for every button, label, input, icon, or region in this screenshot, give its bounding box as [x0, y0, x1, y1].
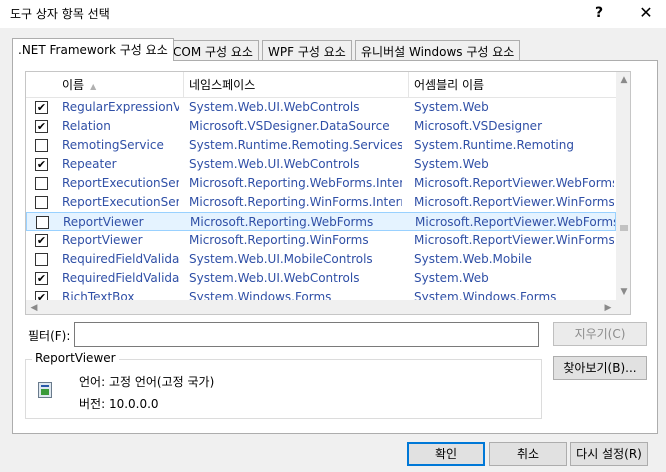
table-row[interactable]: ✔ Relation Microsoft.VSDesigner.DataSource…: [26, 117, 616, 136]
row-name: RequiredFieldValidato: [62, 271, 179, 285]
row-assembly: Microsoft.ReportViewer.WebForms: [414, 176, 614, 190]
row-checkbox[interactable]: [35, 139, 48, 152]
column-header-name[interactable]: 이름 ▲: [56, 72, 183, 98]
row-assembly: System.Web: [414, 100, 489, 114]
table-row[interactable]: ✔ RequiredFieldValidato System.Web.UI.WebC…: [26, 269, 616, 288]
row-name: RequiredFieldValidato: [62, 252, 179, 266]
row-namespace: System.Web.UI.WebControls: [189, 271, 360, 285]
horizontal-scrollbar[interactable]: ◀ ▶: [26, 300, 616, 314]
table-row[interactable]: ✔ RegularExpressionVali System.Web.UI.WebC…: [26, 98, 616, 117]
table-row[interactable]: ReportExecutionServic Microsoft.Reporting…: [26, 174, 616, 193]
row-name: RegularExpressionVali: [62, 100, 179, 114]
row-name: Repeater: [62, 157, 117, 171]
language-info: 언어: 고정 언어(고정 국가): [79, 375, 215, 389]
row-checkbox[interactable]: [35, 196, 48, 209]
row-checkbox[interactable]: ✔: [35, 120, 48, 133]
row-checkbox[interactable]: ✔: [35, 291, 48, 300]
row-checkbox[interactable]: ✔: [35, 158, 48, 171]
row-checkbox[interactable]: [35, 177, 48, 190]
version-info: 버전: 10.0.0.0: [79, 397, 159, 411]
table-row[interactable]: RemotingService System.Runtime.Remoting.S…: [26, 136, 616, 155]
table-row[interactable]: ReportExecutionServic Microsoft.Reporting…: [26, 193, 616, 212]
clear-button[interactable]: 지우기(C): [553, 322, 647, 346]
row-name: ReportExecutionServic: [62, 195, 179, 209]
row-checkbox[interactable]: [36, 216, 49, 229]
filter-label: 필터(F):: [28, 329, 71, 343]
ok-button[interactable]: 확인: [407, 442, 485, 466]
column-header-assembly[interactable]: 어셈블리 이름: [408, 72, 616, 98]
row-name: ReportViewer: [63, 215, 144, 229]
row-name: ReportViewer: [62, 233, 143, 247]
row-assembly: Microsoft.ReportViewer.WinForms: [414, 195, 614, 209]
row-assembly: System.Web.Mobile: [414, 252, 532, 266]
scroll-left-icon[interactable]: ◀: [26, 300, 42, 314]
scrollbar-corner: [616, 300, 630, 314]
component-list[interactable]: 이름▲ 네임스페이스 어셈블리 이름 ✔ RegularExpressionVal…: [25, 71, 631, 315]
row-name: ReportExecutionServic: [62, 176, 179, 190]
title-bar: 도구 상자 항목 선택 ? ✕: [0, 0, 666, 28]
row-namespace: System.Windows.Forms: [189, 290, 332, 300]
row-checkbox[interactable]: ✔: [35, 234, 48, 247]
row-assembly: Microsoft.ReportViewer.WinForms: [414, 233, 614, 247]
vertical-scroll-thumb[interactable]: [620, 225, 628, 231]
reset-button[interactable]: 다시 설정(R): [570, 442, 648, 466]
row-assembly: System.Web: [414, 157, 489, 171]
tab-com-components[interactable]: COM 구성 요소: [167, 40, 259, 60]
row-namespace: Microsoft.VSDesigner.DataSource: [189, 119, 390, 133]
browse-button[interactable]: 찾아보기(B)...: [553, 356, 647, 380]
help-button[interactable]: ?: [584, 2, 614, 24]
vertical-scrollbar[interactable]: ▲ ▼: [616, 72, 630, 300]
row-assembly: System.Web: [414, 271, 489, 285]
row-namespace: System.Web.UI.WebControls: [189, 100, 360, 114]
row-namespace: Microsoft.Reporting.WebForms.Internal.: [189, 176, 402, 190]
assembly-icon: [38, 382, 52, 398]
table-row[interactable]: ✔ Repeater System.Web.UI.WebControls System…: [26, 155, 616, 174]
column-header-namespace[interactable]: 네임스페이스: [183, 72, 408, 98]
list-rows: ✔ RegularExpressionVali System.Web.UI.WebC…: [26, 98, 616, 300]
window-title: 도구 상자 항목 선택: [10, 7, 110, 21]
row-name: RemotingService: [62, 138, 164, 152]
row-assembly: Microsoft.ReportViewer.WebForms: [415, 215, 615, 229]
tab-panel: 이름▲ 네임스페이스 어셈블리 이름 ✔ RegularExpressionVal…: [12, 60, 658, 434]
row-namespace: Microsoft.Reporting.WebForms: [190, 215, 374, 229]
table-row[interactable]: ✔ ReportViewer Microsoft.Reporting.WinForm…: [26, 231, 616, 250]
table-row[interactable]: ReportViewer Microsoft.Reporting.WebForms…: [26, 212, 616, 231]
scroll-down-icon[interactable]: ▼: [616, 284, 630, 300]
close-button[interactable]: ✕: [631, 2, 661, 24]
filter-input[interactable]: [74, 322, 539, 347]
tab-wpf-components[interactable]: WPF 구성 요소: [262, 40, 352, 60]
row-name: RichTextBox: [62, 290, 135, 300]
scroll-right-icon[interactable]: ▶: [600, 300, 616, 314]
scroll-up-icon[interactable]: ▲: [616, 72, 630, 88]
table-row[interactable]: ✔ RichTextBox System.Windows.Forms System.W…: [26, 288, 616, 300]
row-checkbox[interactable]: [35, 253, 48, 266]
row-assembly: System.Runtime.Remoting: [414, 138, 574, 152]
row-namespace: System.Runtime.Remoting.Services: [189, 138, 402, 152]
row-checkbox[interactable]: ✔: [35, 272, 48, 285]
table-row[interactable]: RequiredFieldValidato System.Web.UI.Mobil…: [26, 250, 616, 269]
row-checkbox[interactable]: ✔: [35, 101, 48, 114]
cancel-button[interactable]: 취소: [489, 442, 567, 466]
row-assembly: Microsoft.VSDesigner: [414, 119, 542, 133]
sort-ascending-icon: ▲: [90, 82, 97, 91]
list-header: 이름 ▲ 네임스페이스 어셈블리 이름: [26, 72, 616, 98]
row-namespace: Microsoft.Reporting.WinForms.Internal.S: [189, 195, 402, 209]
details-group-title: ReportViewer: [32, 351, 119, 365]
tab-dotnet-components[interactable]: .NET Framework 구성 요소: [12, 38, 174, 61]
row-namespace: Microsoft.Reporting.WinForms: [189, 233, 369, 247]
row-namespace: System.Web.UI.MobileControls: [189, 252, 373, 266]
row-name: Relation: [62, 119, 111, 133]
tab-universal-windows-components[interactable]: 유니버설 Windows 구성 요소: [355, 40, 521, 60]
row-namespace: System.Web.UI.WebControls: [189, 157, 360, 171]
row-assembly: System.Windows.Forms: [414, 290, 557, 300]
component-details-group: ReportViewer 언어: 고정 언어(고정 국가) 버전: 10.0.0…: [25, 351, 542, 419]
